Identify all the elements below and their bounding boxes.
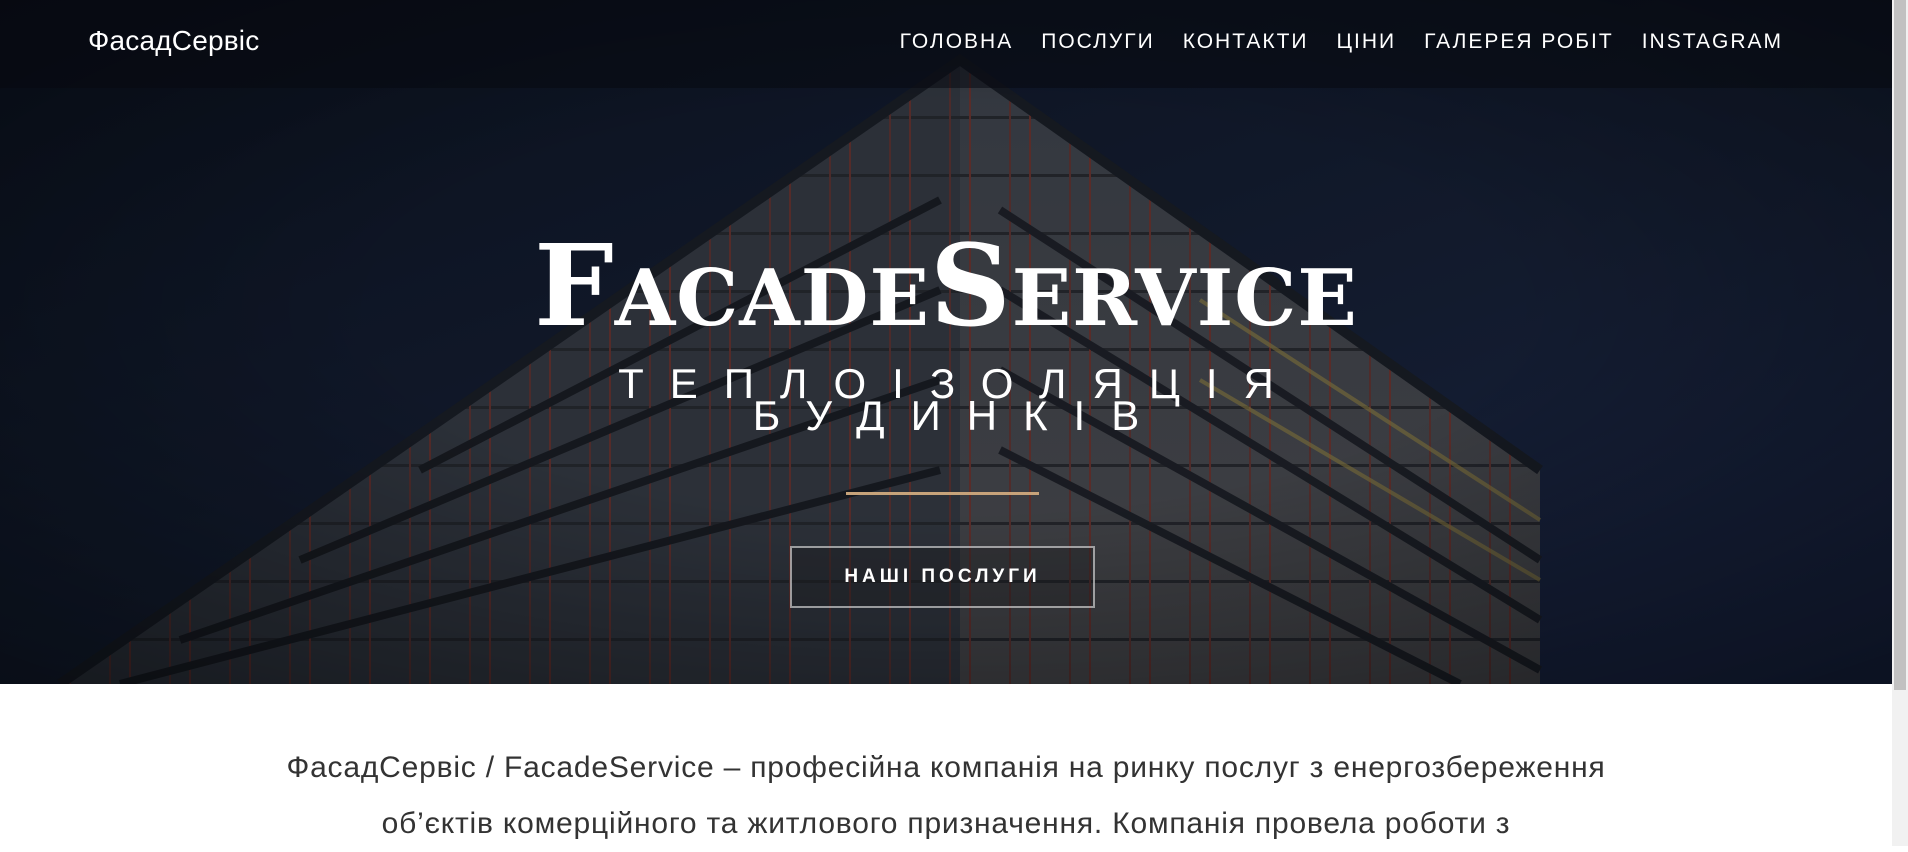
nav-item-gallery[interactable]: ГАЛЕРЕЯ РОБІТ bbox=[1424, 28, 1614, 56]
nav-item-contacts[interactable]: КОНТАКТИ bbox=[1183, 28, 1309, 56]
about-text-line-1: ФасадСервіс / FacadeService – професійна… bbox=[286, 751, 1606, 784]
hero-divider bbox=[846, 492, 1039, 495]
top-navbar: ФасадСервіс ГОЛОВНА ПОСЛУГИ КОНТАКТИ ЦІН… bbox=[0, 0, 1892, 88]
main-nav: ГОЛОВНА ПОСЛУГИ КОНТАКТИ ЦІНИ ГАЛЕРЕЯ РО… bbox=[872, 28, 1783, 56]
scrollbar-thumb[interactable] bbox=[1894, 0, 1906, 690]
nav-item-prices[interactable]: ЦІНИ bbox=[1337, 28, 1397, 56]
hero-section: ФасадСервіс ГОЛОВНА ПОСЛУГИ КОНТАКТИ ЦІН… bbox=[0, 0, 1892, 684]
about-section: ФасадСервіс / FacadeService – професійна… bbox=[0, 684, 1892, 846]
nav-item-instagram[interactable]: INSTAGRAM bbox=[1642, 28, 1783, 56]
nav-item-services[interactable]: ПОСЛУГИ bbox=[1041, 28, 1154, 56]
nav-item-home[interactable]: ГОЛОВНА bbox=[900, 28, 1014, 56]
hero-subtitle-line-2: БУДИНКІВ bbox=[752, 392, 1166, 439]
hero-title: FacadeService bbox=[534, 221, 1358, 352]
our-services-button[interactable]: НАШІ ПОСЛУГИ bbox=[790, 546, 1095, 608]
about-text-line-2: об’єктів комерційного та житлового призн… bbox=[381, 807, 1511, 840]
page-scrollbar[interactable] bbox=[1892, 0, 1908, 846]
hero-subtitle: ТЕПЛОІЗОЛЯЦІЯ БУДИНКІВ bbox=[0, 362, 1892, 438]
brand-logo-text[interactable]: ФасадСервіс bbox=[88, 24, 259, 58]
